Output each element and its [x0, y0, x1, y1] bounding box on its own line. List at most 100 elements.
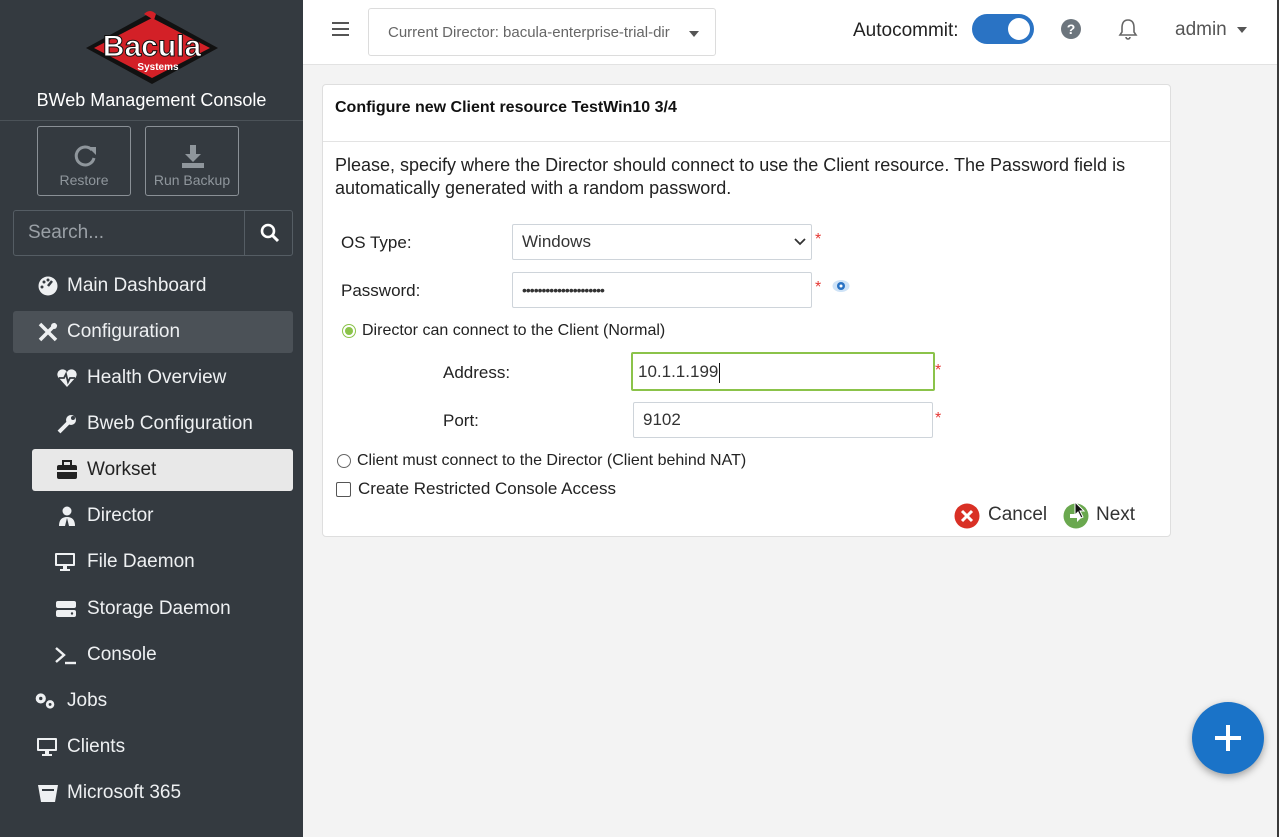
search-icon: [260, 223, 280, 243]
add-button[interactable]: [1192, 702, 1264, 774]
next-label: Next: [1096, 504, 1136, 525]
briefcase-icon: [57, 460, 77, 479]
terminal-icon: [55, 647, 76, 665]
sidebar-item-cutoff: [33, 826, 233, 837]
card-header: Configure new Client resource TestWin10 …: [323, 85, 1170, 142]
card-description: Please, specify where the Director shoul…: [335, 155, 1126, 198]
svg-text:Systems: Systems: [137, 62, 179, 73]
chevron-down-icon: [794, 238, 806, 246]
cancel-icon: [954, 503, 980, 529]
password-label: Password:: [341, 281, 421, 300]
card-title: Configure new Client resource TestWin10 …: [335, 99, 677, 116]
run-backup-label: Run Backup: [153, 172, 231, 188]
sidebar-item-label: Workset: [87, 459, 157, 480]
port-input[interactable]: 9102: [633, 402, 933, 438]
sidebar-item-label: Main Dashboard: [67, 275, 207, 296]
desktop-icon: [55, 553, 75, 571]
sidebar-item-storage-daemon[interactable]: Storage Daemon: [32, 588, 293, 630]
os-type-value: Windows: [522, 232, 591, 251]
logo-area: Bacula Systems BWeb Management Console: [0, 0, 303, 121]
sidebar-item-label: Clients: [67, 736, 126, 757]
user-name: admin: [1175, 19, 1227, 40]
bell-icon[interactable]: [1118, 18, 1138, 40]
cancel-label: Cancel: [988, 504, 1048, 525]
address-input[interactable]: 10.1.1.199: [631, 352, 935, 391]
sidebar-item-bweb-configuration[interactable]: Bweb Configuration: [32, 403, 293, 445]
sidebar-item-label: Director: [87, 505, 154, 526]
sidebar-item-label: Microsoft 365: [67, 782, 182, 803]
sidebar-item-label: Storage Daemon: [87, 598, 231, 619]
dashboard-icon: [38, 276, 58, 296]
address-value: 10.1.1.199: [638, 362, 719, 381]
sidebar-item-label: Jobs: [67, 690, 108, 711]
wrench-icon: [57, 415, 76, 434]
restricted-console-checkbox[interactable]: [336, 482, 351, 497]
download-icon: [182, 145, 204, 168]
required-mark: *: [935, 410, 942, 427]
password-field[interactable]: •••••••••••••••••••••: [512, 272, 812, 308]
restore-button[interactable]: Restore: [37, 126, 131, 196]
required-mark: *: [935, 362, 942, 379]
director-select[interactable]: Current Director: bacula-enterprise-tria…: [368, 8, 716, 56]
sidebar-item-console[interactable]: Console: [32, 634, 293, 676]
sidebar-item-director[interactable]: Director: [32, 495, 293, 537]
bucket-icon: [38, 785, 58, 802]
sidebar-item-jobs[interactable]: Jobs: [13, 680, 293, 722]
toggle-knob: [1008, 18, 1030, 40]
sidebar-item-label: Console: [87, 644, 157, 665]
desktop-icon: [37, 738, 57, 756]
sidebar-item-label: Bweb Configuration: [87, 413, 253, 434]
search-input[interactable]: [14, 211, 242, 255]
sidebar-item-workset[interactable]: Workset: [32, 449, 293, 491]
sidebar-search: [13, 210, 293, 256]
sidebar: Bacula Systems BWeb Management Console R…: [0, 0, 303, 837]
caret-down-icon: [689, 31, 699, 37]
connect-nat-label: Client must connect to the Director (Cli…: [357, 452, 747, 469]
svg-text:Bacula: Bacula: [103, 30, 202, 63]
user-menu[interactable]: admin: [1175, 19, 1227, 41]
autocommit-label: Autocommit:: [853, 20, 959, 41]
connect-normal-radio[interactable]: [342, 324, 356, 338]
sidebar-item-microsoft-365[interactable]: Microsoft 365: [13, 772, 293, 814]
help-icon[interactable]: ?: [1061, 19, 1081, 39]
sidebar-item-clients[interactable]: Clients: [13, 726, 293, 768]
topbar: Current Director: bacula-enterprise-tria…: [303, 0, 1279, 65]
sidebar-item-configuration[interactable]: Configuration: [13, 311, 293, 353]
sidebar-item-main-dashboard[interactable]: Main Dashboard: [13, 265, 293, 307]
tools-icon: [38, 322, 58, 342]
user-tie-icon: [59, 506, 75, 526]
search-button[interactable]: [244, 211, 294, 255]
os-type-select[interactable]: Windows: [512, 224, 812, 260]
restore-label: Restore: [59, 172, 109, 188]
address-label: Address:: [443, 363, 511, 382]
bacula-logo: Bacula Systems: [86, 11, 218, 84]
director-label: Current Director: bacula-enterprise-tria…: [388, 24, 670, 41]
sidebar-item-label: File Daemon: [87, 551, 195, 572]
heartbeat-icon: [57, 369, 77, 387]
port-value: 9102: [643, 410, 681, 429]
eye-icon[interactable]: [832, 279, 850, 293]
caret-down-icon: [1237, 27, 1247, 33]
required-mark: *: [815, 231, 822, 248]
password-value: •••••••••••••••••••••: [522, 282, 605, 298]
sidebar-item-label: Configuration: [67, 321, 181, 342]
restricted-console-label: Create Restricted Console Access: [358, 479, 616, 498]
cogs-icon: [35, 693, 55, 709]
required-mark: *: [815, 279, 822, 296]
os-type-label: OS Type:: [341, 233, 412, 252]
plus-icon: [1215, 725, 1241, 751]
text-cursor: [719, 362, 721, 383]
port-label: Port:: [443, 411, 479, 430]
mouse-pointer-icon: [1074, 501, 1086, 519]
connect-nat-radio[interactable]: [337, 454, 351, 468]
console-title: BWeb Management Console: [36, 90, 267, 110]
sidebar-item-health-overview[interactable]: Health Overview: [32, 357, 293, 399]
autocommit-toggle[interactable]: [972, 14, 1034, 44]
sidebar-item-file-daemon[interactable]: File Daemon: [32, 541, 293, 583]
menu-icon[interactable]: [332, 21, 349, 37]
run-backup-button[interactable]: Run Backup: [145, 126, 239, 196]
client-config-card: Configure new Client resource TestWin10 …: [322, 84, 1171, 537]
sidebar-item-label: Health Overview: [87, 367, 227, 388]
hdd-icon: [56, 601, 76, 617]
next-button[interactable]: Next: [1063, 501, 1143, 531]
